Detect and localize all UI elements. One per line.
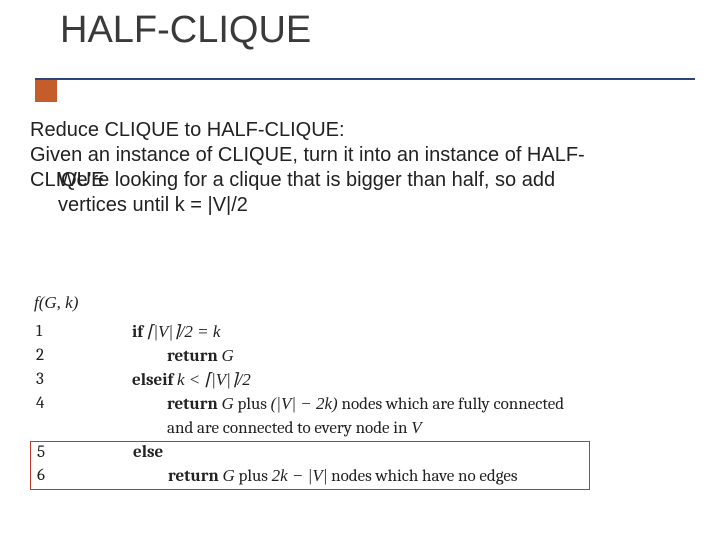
body-line-3b: We're looking for a clique that is bigge… bbox=[30, 168, 695, 193]
algo-row-5: 5 else bbox=[31, 442, 589, 465]
line-number: 6 bbox=[31, 465, 63, 488]
accent-square-icon bbox=[35, 80, 57, 102]
algo-row-2: 2 return G bbox=[30, 345, 590, 369]
line-number: 5 bbox=[31, 442, 63, 465]
title-underline bbox=[35, 78, 695, 80]
algo-code: and are connected to every node in V bbox=[62, 417, 590, 441]
slide: HALF-CLIQUE Reduce CLIQUE to HALF-CLIQUE… bbox=[0, 0, 720, 540]
body-line-1: Reduce CLIQUE to HALF-CLIQUE: bbox=[30, 118, 695, 143]
algo-code: return G plus 2k − |V| nodes which have … bbox=[63, 465, 589, 489]
line-number: 2 bbox=[30, 345, 62, 368]
algo-code: if ⌈|V|⌉/2 = k bbox=[62, 321, 590, 345]
body-line-2: Given an instance of CLIQUE, turn it int… bbox=[30, 143, 695, 168]
algo-code: return G plus (|V| − 2k) nodes which are… bbox=[62, 393, 590, 417]
algo-row-4: 4 return G plus (|V| − 2k) nodes which a… bbox=[30, 393, 590, 417]
else-highlight-box: 5 else 6 return G plus 2k − |V| nodes wh… bbox=[30, 441, 590, 490]
algo-row-1: 1 if ⌈|V|⌉/2 = k bbox=[30, 321, 590, 345]
slide-title: HALF-CLIQUE bbox=[60, 8, 311, 54]
algorithm-block: f(G, k) 1 if ⌈|V|⌉/2 = k 2 return G 3 el… bbox=[30, 292, 590, 490]
body-line-3a: CLIQUE bbox=[30, 168, 104, 193]
body-line-3-wrap: CLIQUE We're looking for a clique that i… bbox=[30, 168, 695, 193]
line-number: 1 bbox=[30, 321, 62, 344]
algo-row-3: 3 elseif k < ⌈|V|⌉/2 bbox=[30, 369, 590, 393]
algo-code: elseif k < ⌈|V|⌉/2 bbox=[62, 369, 590, 393]
algo-row-6: 6 return G plus 2k − |V| nodes which hav… bbox=[31, 465, 589, 489]
algo-code: else bbox=[63, 442, 589, 465]
algo-signature: f(G, k) bbox=[34, 292, 590, 315]
algo-row-4b: and are connected to every node in V bbox=[30, 417, 590, 441]
line-number: 3 bbox=[30, 369, 62, 392]
body-text: Reduce CLIQUE to HALF-CLIQUE: Given an i… bbox=[30, 118, 695, 218]
algo-code: return G bbox=[62, 345, 590, 369]
body-line-4: vertices until k = |V|/2 bbox=[30, 193, 695, 218]
line-number: 4 bbox=[30, 393, 62, 416]
